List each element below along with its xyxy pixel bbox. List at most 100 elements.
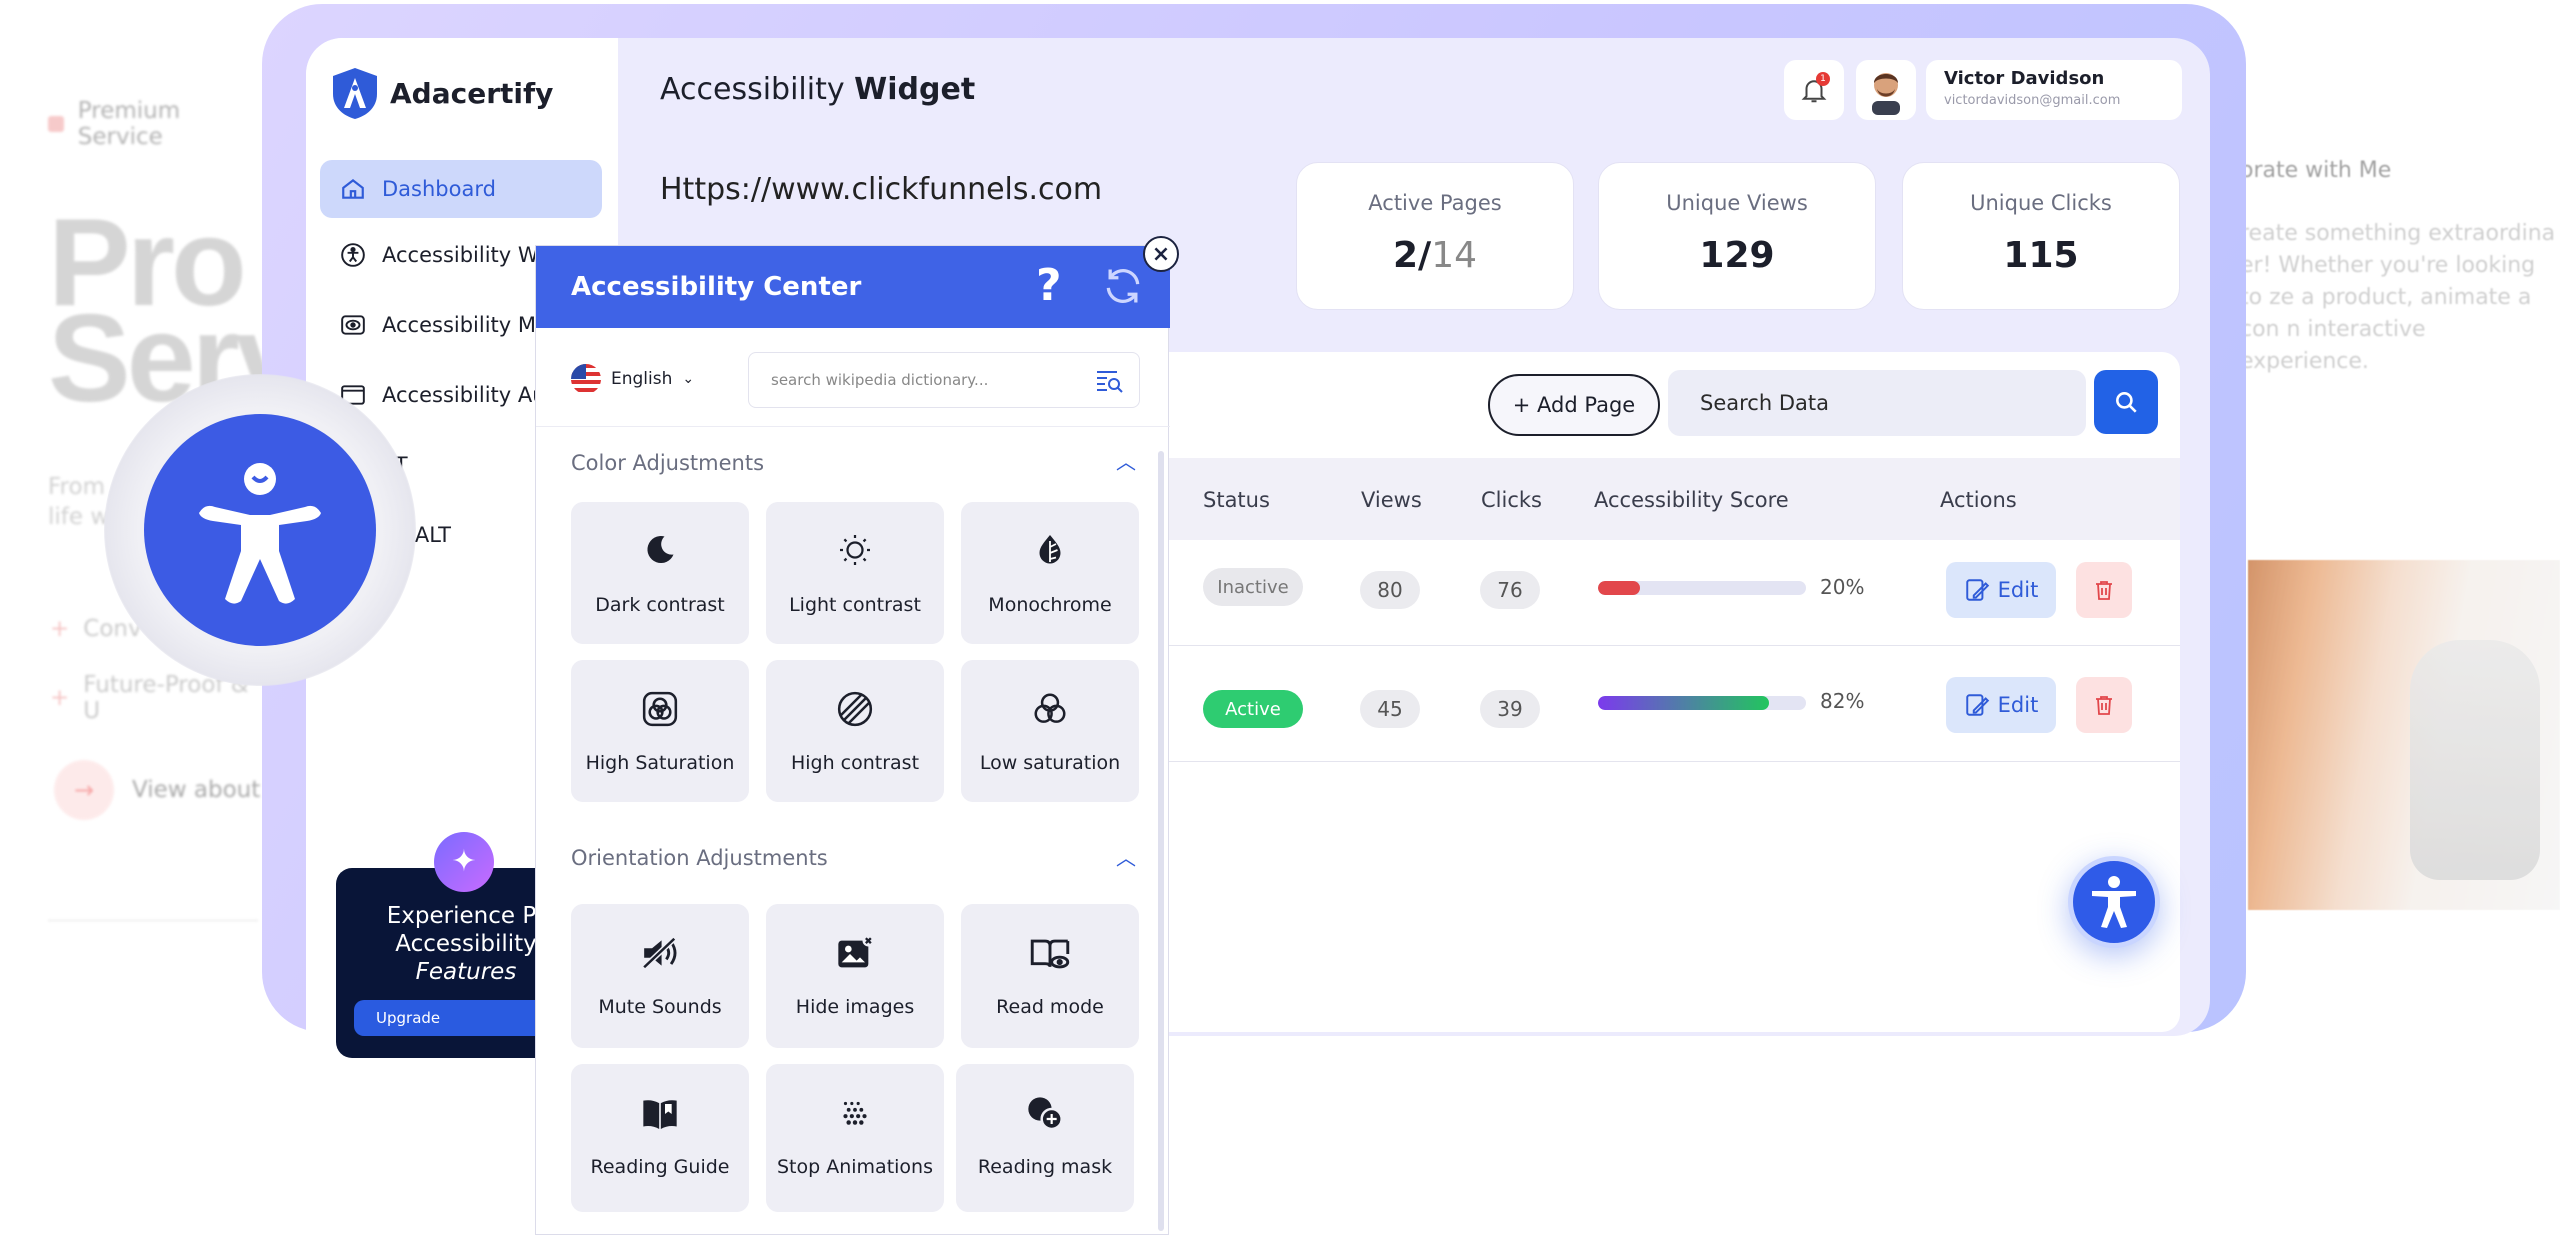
add-page-button[interactable]: + Add Page (1488, 374, 1660, 436)
tile-high-contrast[interactable]: High contrast (766, 660, 944, 802)
tile-label: Monochrome (988, 594, 1112, 616)
clicks-count: 76 (1480, 571, 1540, 609)
read-mode-icon (1030, 939, 1070, 969)
tile-low-saturation[interactable]: Low saturation (961, 660, 1139, 802)
orientation-adjustments-heading: Orientation Adjustments (571, 846, 828, 870)
app-logo[interactable]: Adacertify (330, 66, 553, 120)
half-drop-icon (1039, 535, 1061, 564)
tile-high-saturation[interactable]: High Saturation (571, 660, 749, 802)
user-profile[interactable]: Victor Davidson victordavidson@gmail.com (1926, 60, 2182, 120)
stat-active-pages: Active Pages 2/14 (1296, 162, 1574, 310)
mask-icon (1028, 1097, 1063, 1131)
help-button[interactable]: ? (1036, 260, 1062, 311)
edit-icon (1965, 694, 1989, 716)
clicks-count: 39 (1480, 690, 1540, 728)
circles-icon (1034, 693, 1066, 723)
background-list-item: + Conv (50, 616, 142, 642)
background-right-paragraph: reate something extraordina er! Whether … (2240, 221, 2556, 374)
tile-hide-images[interactable]: Hide images (766, 904, 944, 1048)
reset-button[interactable] (1101, 264, 1145, 312)
avatar[interactable] (1856, 60, 1916, 120)
accessibility-widget-button[interactable] (2068, 856, 2160, 948)
moon-icon (647, 536, 674, 564)
edit-label: Edit (1997, 578, 2039, 602)
search-list-icon (1097, 371, 1123, 393)
trash-icon (2096, 696, 2112, 715)
status-badge: Active (1203, 690, 1303, 728)
contrast-icon (837, 691, 873, 727)
stat-value: 115 (2003, 235, 2079, 276)
divider (536, 426, 1170, 427)
tile-read-mode[interactable]: Read mode (961, 904, 1139, 1048)
sparkle-icon: ✦ (434, 832, 494, 892)
stat-label: Unique Views (1666, 191, 1808, 215)
background-right-title: orate with Me (2240, 158, 2392, 183)
trash-icon (2096, 581, 2112, 600)
search-button[interactable] (2094, 370, 2158, 434)
tile-label: High contrast (790, 752, 920, 774)
column-header-views[interactable]: Views (1361, 488, 1422, 512)
column-header-score[interactable]: Accessibility Score (1594, 488, 1789, 512)
language-selector[interactable]: English ⌄ (571, 364, 694, 394)
dictionary-search-input[interactable]: search wikipedia dictionary... (748, 352, 1140, 408)
panel-title: Accessibility Center (571, 272, 862, 302)
accessibility-icon (144, 414, 376, 646)
tile-monochrome[interactable]: Monochrome (961, 502, 1139, 644)
score-percent: 82% (1820, 689, 1865, 713)
tile-light-contrast[interactable]: Light contrast (766, 502, 944, 644)
accessibility-hero-icon (104, 374, 416, 686)
panel-scrollbar[interactable] (1158, 451, 1164, 1231)
column-header-status[interactable]: Status (1203, 488, 1270, 512)
language-label: English (611, 369, 673, 389)
tile-label: High Saturation (585, 752, 735, 774)
saturation-icon (642, 691, 678, 727)
accessibility-center-panel: Accessibility Center ? English ⌄ search … (535, 245, 1170, 1235)
tile-dark-contrast[interactable]: Dark contrast (571, 502, 749, 644)
search-icon (2116, 392, 2137, 413)
page-title-light: Accessibility (660, 72, 845, 107)
tile-label: Reading Guide (590, 1156, 730, 1178)
tile-label: Low saturation (979, 752, 1121, 774)
edit-button[interactable]: Edit (1946, 562, 2056, 618)
accessibility-icon (341, 243, 365, 267)
background-right-page: orate with Me reate something extraordin… (2240, 100, 2560, 920)
column-header-actions[interactable]: Actions (1940, 488, 2017, 512)
user-email: victordavidson@gmail.com (1944, 93, 2121, 108)
tile-mute-sounds[interactable]: Mute Sounds (571, 904, 749, 1048)
score-bar (1598, 696, 1806, 710)
page-title: Accessibility Widget (660, 72, 975, 107)
views-count: 45 (1360, 690, 1420, 728)
view-about-button[interactable]: → View about (54, 760, 260, 820)
shield-logo-icon (333, 68, 377, 119)
tile-label: Dark contrast (595, 594, 725, 616)
tile-reading-mask[interactable]: Reading mask (956, 1064, 1134, 1212)
delete-button[interactable] (2076, 677, 2132, 733)
sidebar-item-label: Dashboard (382, 177, 496, 201)
sidebar-item-dashboard[interactable]: Dashboard (320, 160, 602, 218)
image-hide-icon (838, 934, 875, 968)
edit-button[interactable]: Edit (1946, 677, 2056, 733)
notification-badge: 1 (1816, 72, 1830, 86)
arrow-right-icon: → (54, 760, 114, 820)
tile-reading-guide[interactable]: Reading Guide (571, 1064, 749, 1212)
edit-icon (1965, 579, 1989, 601)
notifications-button[interactable]: 1 (1784, 60, 1844, 120)
close-button[interactable]: × (1143, 236, 1179, 272)
eye-icon (341, 315, 365, 335)
column-header-clicks[interactable]: Clicks (1481, 488, 1542, 512)
tile-stop-animations[interactable]: Stop Animations (766, 1064, 944, 1212)
search-input[interactable]: Search Data (1668, 370, 2086, 436)
views-count: 80 (1360, 571, 1420, 609)
premium-service-label: Premium Service (48, 98, 270, 150)
book-icon (643, 1100, 677, 1129)
chevron-up-icon[interactable]: ︿ (1116, 446, 1136, 475)
us-flag-icon (571, 364, 601, 394)
home-icon (342, 178, 364, 199)
app-name: Adacertify (390, 76, 554, 110)
tile-label: Read mode (996, 996, 1104, 1018)
accessibility-icon (2092, 876, 2136, 928)
delete-button[interactable] (2076, 562, 2132, 618)
tile-label: Light contrast (789, 594, 921, 616)
tile-label: Mute Sounds (598, 996, 722, 1018)
chevron-up-icon[interactable]: ︿ (1116, 842, 1136, 871)
